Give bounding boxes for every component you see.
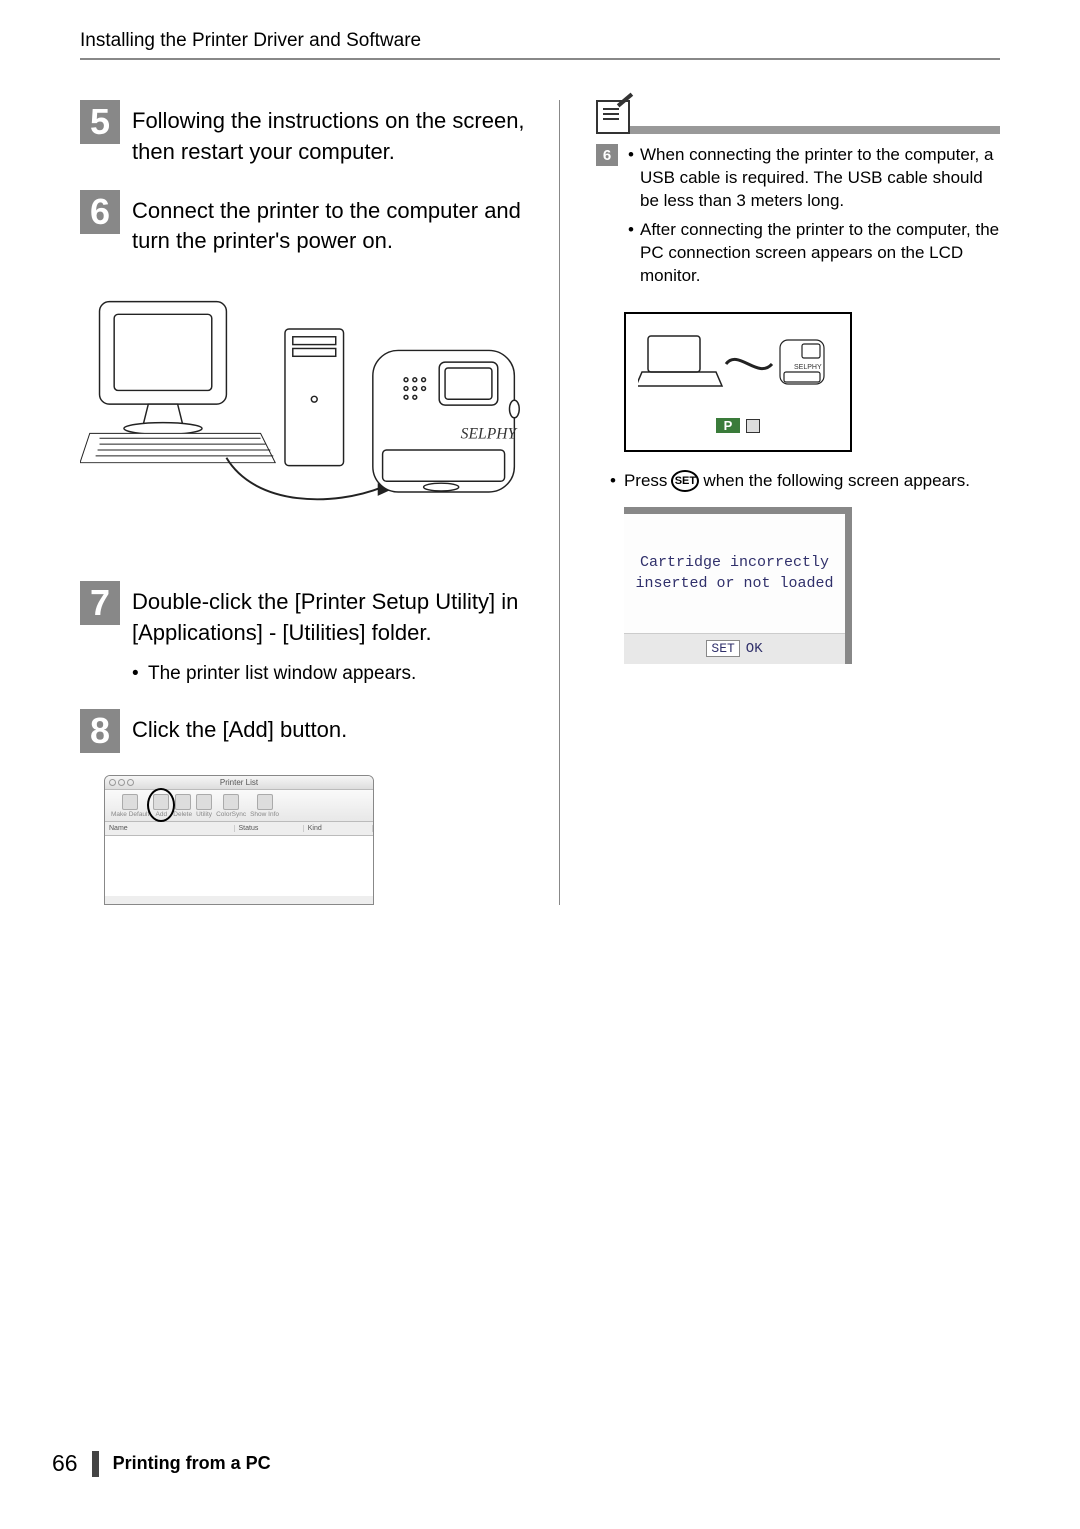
pencil-icon <box>617 93 633 108</box>
showinfo-button[interactable]: Show Info <box>250 794 279 818</box>
lcd-icons <box>746 419 760 433</box>
step-number: 6 <box>80 190 120 234</box>
lcd-connection-screen: SELPHY P <box>624 312 852 452</box>
ok-label: OK <box>746 641 763 657</box>
press-post: when the following screen appears. <box>703 470 970 493</box>
note-header <box>596 100 1000 134</box>
window-titlebar: Printer List <box>105 776 373 790</box>
right-column: 6 When connecting the printer to the com… <box>596 100 1000 905</box>
delete-icon <box>175 794 191 810</box>
tool-label: ColorSync <box>216 811 246 818</box>
lcd-icon <box>746 419 760 433</box>
svg-text:SELPHY: SELPHY <box>794 364 822 371</box>
step-6: 6 Connect the printer to the computer an… <box>80 190 529 258</box>
step-number: 8 <box>80 709 120 753</box>
add-printer-icon <box>153 794 169 810</box>
window-title: Printer List <box>105 778 373 787</box>
tool-label: Delete <box>173 811 192 818</box>
selphy-label: SELPHY <box>461 425 519 442</box>
lcd-illustration: SELPHY <box>638 328 838 406</box>
step-number: 7 <box>80 581 120 625</box>
lcd-status-bar: P <box>648 416 827 436</box>
error-line: inserted or not loaded <box>635 573 833 594</box>
set-indicator: SET <box>706 640 739 657</box>
header-title: Installing the Printer Driver and Softwa… <box>80 30 1000 52</box>
tool-label: Show Info <box>250 811 279 818</box>
page-footer: 66 Printing from a PC <box>52 1450 271 1477</box>
lcd-p-indicator: P <box>716 418 741 433</box>
step-number: 6 <box>596 144 618 166</box>
printer-icon <box>122 794 138 810</box>
table-body <box>105 836 373 896</box>
error-message: Cartridge incorrectly inserted or not lo… <box>624 514 845 634</box>
press-pre: Press <box>624 470 667 493</box>
error-action-bar: SET OK <box>624 634 845 664</box>
tool-label: Utility <box>196 811 212 818</box>
sidebar-step-6: 6 When connecting the printer to the com… <box>596 144 1000 294</box>
col-status: Status <box>235 825 304 832</box>
utility-icon <box>196 794 212 810</box>
step-text: Click the [Add] button. <box>132 709 347 746</box>
illustration-svg: SELPHY <box>80 279 529 539</box>
step-8: 8 Click the [Add] button. <box>80 709 529 753</box>
sidebar-bullet: After connecting the printer to the comp… <box>628 219 1000 288</box>
step-text: Connect the printer to the computer and … <box>132 190 529 258</box>
left-column: 5 Following the instructions on the scre… <box>80 100 560 905</box>
window-footer <box>105 896 373 905</box>
set-button-icon: SET <box>671 470 699 492</box>
page-number: 66 <box>52 1450 78 1477</box>
footer-divider <box>92 1451 99 1477</box>
sidebar-bullet: When connecting the printer to the compu… <box>628 144 1000 213</box>
step-7: 7 Double-click the [Printer Setup Utilit… <box>80 581 529 687</box>
step-sub-bullet: The printer list window appears. <box>132 661 529 688</box>
make-default-button[interactable]: Make Default <box>111 794 149 818</box>
error-line: Cartridge incorrectly <box>640 552 829 573</box>
add-button[interactable]: Add <box>153 794 169 818</box>
step-5: 5 Following the instructions on the scre… <box>80 100 529 168</box>
press-instruction: Press SET when the following screen appe… <box>610 470 1000 493</box>
cartridge-error-screen: Cartridge incorrectly inserted or not lo… <box>624 507 852 664</box>
note-icon <box>596 100 630 134</box>
printer-list-window: Printer List Make Default Add Delete Ut <box>104 775 374 905</box>
tool-label: Add <box>156 811 168 818</box>
step-text: Double-click the [Printer Setup Utility]… <box>132 581 529 649</box>
delete-button[interactable]: Delete <box>173 794 192 818</box>
footer-section: Printing from a PC <box>113 1453 271 1474</box>
table-header: Name Status Kind <box>105 822 373 836</box>
col-name: Name <box>105 825 235 832</box>
computer-printer-illustration: SELPHY <box>80 279 529 539</box>
content-columns: 5 Following the instructions on the scre… <box>80 100 1000 905</box>
tool-label: Make Default <box>111 811 149 818</box>
colorsync-icon <box>223 794 239 810</box>
divider <box>630 126 1000 134</box>
colorsync-button[interactable]: ColorSync <box>216 794 246 818</box>
step-text: Following the instructions on the screen… <box>132 100 529 168</box>
toolbar: Make Default Add Delete Utility ColorSyn… <box>105 790 373 822</box>
step-number: 5 <box>80 100 120 144</box>
utility-button[interactable]: Utility <box>196 794 212 818</box>
page-header: Installing the Printer Driver and Softwa… <box>80 30 1000 60</box>
info-icon <box>257 794 273 810</box>
col-kind: Kind <box>304 825 373 832</box>
